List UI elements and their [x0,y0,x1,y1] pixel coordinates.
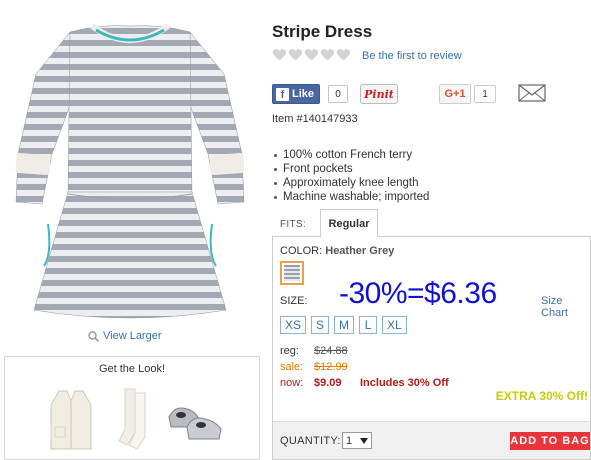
color-label-text: COLOR: [280,245,323,257]
facebook-like-label: Like [292,88,315,100]
now-price: $9.09 [314,377,342,389]
feature-item: Machine washable; imported [272,190,429,204]
view-larger-label: View Larger [103,330,162,342]
color-label: COLOR: Heather Grey [280,245,394,257]
feature-item: Approximately knee length [272,176,429,190]
product-image[interactable] [8,4,252,322]
size-selector: XS S M L XL [280,316,407,334]
color-value: Heather Grey [325,245,395,257]
size-chart-link[interactable]: Size Chart [541,295,590,319]
look-item-vest[interactable] [45,387,97,453]
extra-off-badge: EXTRA 30% Off! [495,389,588,403]
heart-icon [288,49,303,61]
sale-price-label: sale: [280,361,304,373]
google-plus-button[interactable]: G+1 [439,84,471,104]
heart-icon [320,49,335,61]
discount-note: Includes 30% Off [360,377,449,389]
size-label: SIZE: [280,295,308,307]
size-option-s[interactable]: S [311,316,330,334]
size-option-xl[interactable]: XL [382,316,407,334]
color-swatch-heather-grey[interactable] [280,261,304,285]
google-plus-count: 1 [474,85,496,103]
regular-price: $24.88 [314,345,348,357]
size-option-m[interactable]: M [334,316,355,334]
tab-fit-regular[interactable]: Regular [320,209,378,237]
product-options-panel: COLOR: Heather Grey SIZE: Size Chart XS … [272,236,591,460]
quantity-select[interactable]: 1 [342,432,372,449]
facebook-like-count: 0 [328,85,348,103]
promo-price-overlay: -30%=$6.36 [339,277,497,310]
heart-icon [336,49,351,61]
chevron-down-icon [360,437,368,444]
first-review-link[interactable]: Be the first to review [362,50,462,62]
look-item-shoes[interactable] [165,397,225,445]
view-larger-link[interactable]: View Larger [88,330,162,342]
facebook-like-button[interactable]: f Like [272,84,321,104]
quantity-label: QUANTITY: [280,435,341,447]
feature-item: 100% cotton French terry [272,148,429,162]
pinterest-pin-button[interactable]: Pinit [360,84,398,104]
now-price-label: now: [280,377,304,389]
add-to-bag-button[interactable]: ADD TO BAG [510,432,590,450]
magnifier-icon [88,330,99,342]
regular-price-label: reg: [280,345,299,357]
fits-label: FITS: [280,219,306,230]
product-title: Stripe Dress [272,22,373,41]
look-item-socks[interactable] [113,385,153,455]
feature-item: Front pockets [272,162,429,176]
purchase-bar: QUANTITY: 1 ADD TO BAG [273,421,590,459]
get-the-look-title: Get the Look! [98,363,166,375]
sale-price: $12.99 [314,361,348,373]
feature-list: 100% cotton French terry Front pockets A… [272,148,429,204]
email-icon[interactable] [518,83,546,103]
size-option-l[interactable]: L [359,316,378,334]
size-option-xs[interactable]: XS [280,316,307,334]
facebook-icon: f [276,87,289,101]
heart-icon [304,49,319,61]
item-number: Item #140147933 [272,113,358,125]
quantity-value: 1 [346,434,353,447]
heart-icon [272,49,287,61]
get-the-look-panel: Get the Look! [4,356,260,460]
rating-hearts [272,48,351,62]
swatch-fill [284,265,300,281]
